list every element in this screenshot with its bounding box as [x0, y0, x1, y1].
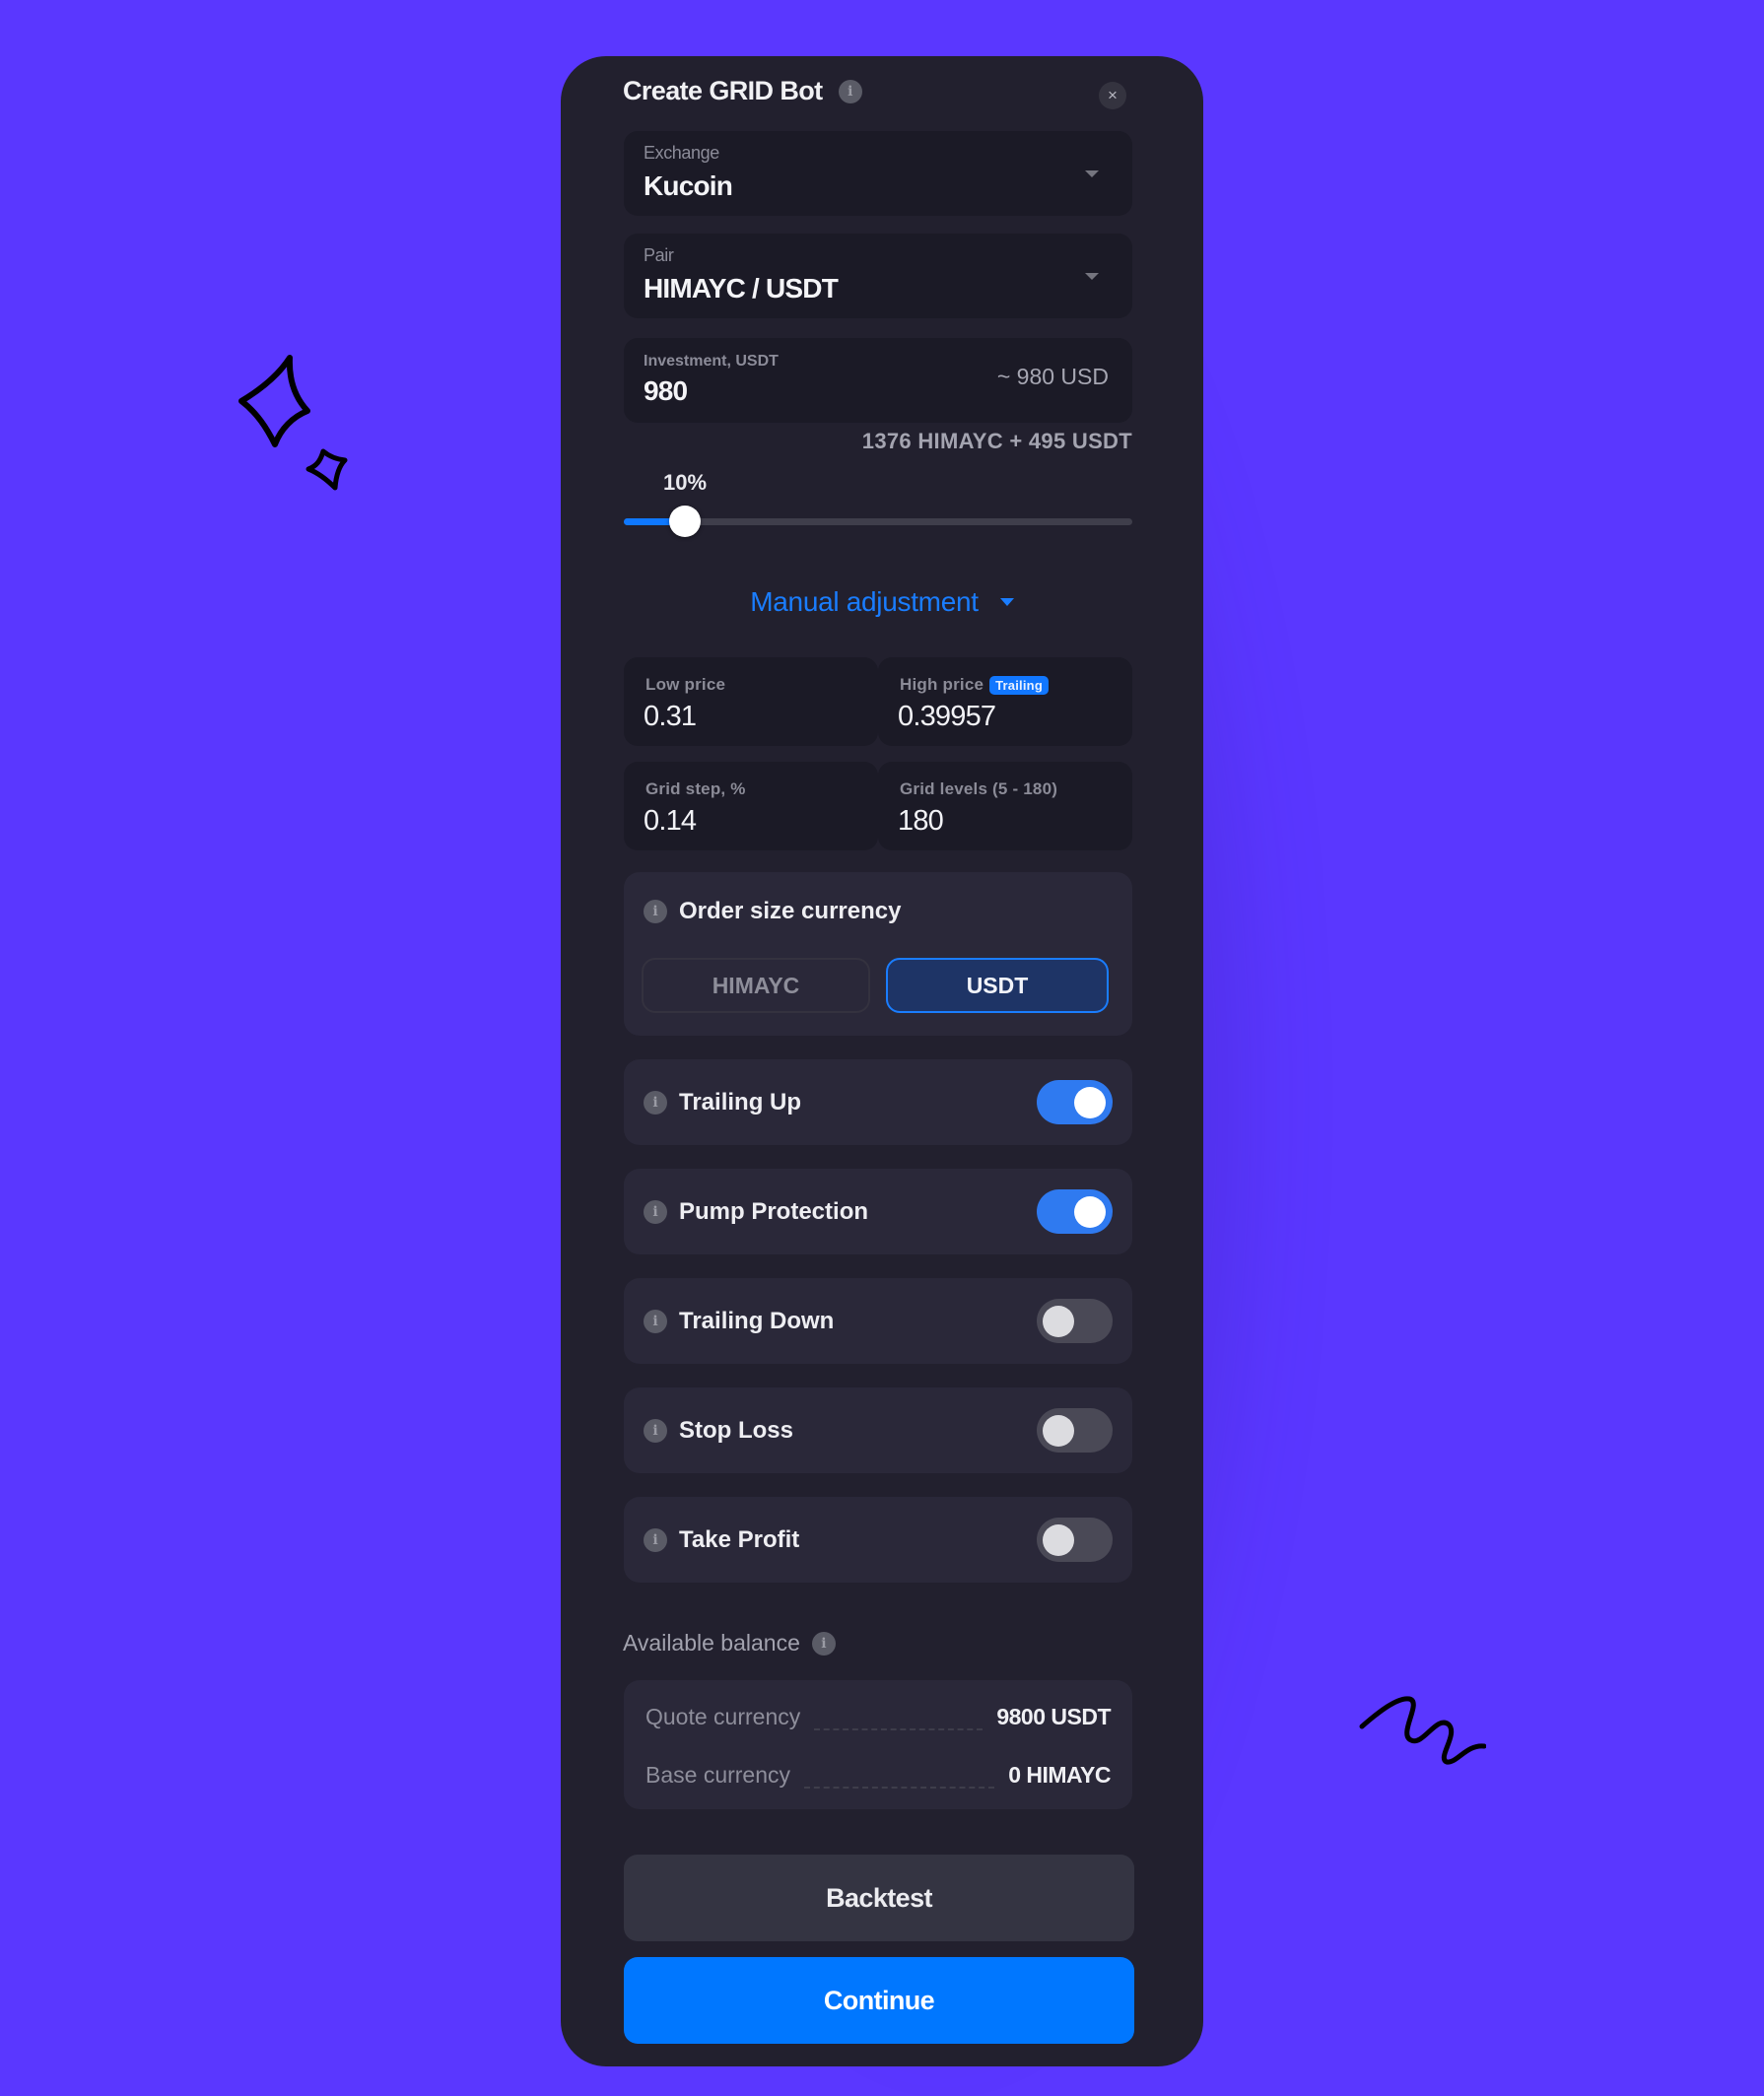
low-price-value: 0.31	[644, 701, 697, 732]
investment-value: 980	[644, 375, 688, 406]
balance-value: 9800 USDT	[996, 1704, 1111, 1729]
available-balance-header: Available balance i	[623, 1630, 836, 1657]
take-profit-switch[interactable]	[1037, 1518, 1113, 1562]
currency-option-label: HIMAYC	[712, 972, 800, 998]
toggle-label: Stop Loss	[679, 1417, 794, 1444]
dialog-header: Create GRID Bot i	[623, 76, 862, 106]
pair-label: Pair	[644, 245, 674, 265]
continue-label: Continue	[823, 1985, 935, 2015]
toggle-row-pump-protection: i Pump Protection	[624, 1169, 1132, 1254]
trailing-down-switch[interactable]	[1037, 1299, 1113, 1343]
pump-protection-switch[interactable]	[1037, 1189, 1113, 1234]
low-price-label: Low price	[645, 675, 726, 694]
backtest-label: Backtest	[826, 1882, 932, 1913]
pair-value: HIMAYC / USDT	[644, 273, 839, 304]
grid-levels-label: Grid levels (5 - 180)	[900, 779, 1058, 798]
toggle-title: i Trailing Down	[644, 1308, 834, 1335]
currency-option-label: USDT	[966, 972, 1029, 998]
grid-step-value: 0.14	[644, 805, 697, 837]
switch-knob	[1074, 1087, 1106, 1118]
toggle-row-trailing-up: i Trailing Up	[624, 1059, 1132, 1145]
continue-button[interactable]: Continue	[624, 1957, 1134, 2044]
currency-option-usdt[interactable]: USDT	[886, 958, 1109, 1013]
investment-split: 1376 HIMAYC + 495 USDT	[861, 429, 1132, 453]
trailing-badge: Trailing	[989, 675, 1049, 695]
stop-loss-switch[interactable]	[1037, 1408, 1113, 1453]
investment-label: Investment, USDT	[644, 353, 779, 370]
exchange-select[interactable]: Exchange Kucoin	[624, 131, 1132, 216]
order-size-currency-label: Order size currency	[679, 898, 902, 924]
balance-key: Base currency	[645, 1762, 791, 1788]
chevron-down-icon	[1085, 170, 1099, 177]
sparkle-doodle-icon	[238, 355, 348, 491]
dialog-title: Create GRID Bot	[623, 76, 823, 105]
balance-row-quote: Quote currency 9800 USDT	[645, 1704, 1111, 1730]
create-grid-bot-dialog: Create GRID Bot i × Exchange Kucoin Pair…	[561, 56, 1203, 2066]
order-size-currency-panel: i Order size currency HIMAYC USDT	[624, 872, 1132, 1036]
grid-levels-value: 180	[898, 805, 944, 837]
balance-value: 0 HIMAYC	[1008, 1762, 1111, 1788]
exchange-value: Kucoin	[644, 170, 733, 201]
toggle-row-stop-loss: i Stop Loss	[624, 1387, 1132, 1473]
switch-knob	[1074, 1196, 1106, 1228]
currency-option-himayc[interactable]: HIMAYC	[642, 958, 870, 1013]
manual-adjustment-label: Manual adjustment	[750, 586, 979, 617]
order-size-currency-title: i Order size currency	[644, 898, 901, 925]
squiggle-doodle-icon	[1359, 1696, 1486, 1765]
high-price-value: 0.39957	[898, 701, 996, 732]
toggle-title: i Take Profit	[644, 1526, 799, 1554]
close-button[interactable]: ×	[1099, 82, 1126, 109]
info-icon[interactable]: i	[838, 79, 862, 103]
available-balance-label: Available balance	[623, 1630, 800, 1656]
switch-knob	[1043, 1306, 1074, 1337]
chevron-down-icon	[1085, 273, 1099, 280]
toggle-row-trailing-down: i Trailing Down	[624, 1278, 1132, 1364]
exchange-label: Exchange	[644, 143, 719, 163]
toggle-title: i Stop Loss	[644, 1417, 793, 1445]
info-icon[interactable]: i	[644, 1200, 667, 1224]
caret-down-icon	[999, 598, 1014, 606]
toggle-label: Take Profit	[679, 1526, 800, 1553]
dotted-leader	[814, 1728, 984, 1730]
low-price-input[interactable]: Low price 0.31	[624, 657, 878, 746]
grid-levels-input[interactable]: Grid levels (5 - 180) 180	[878, 762, 1132, 850]
trailing-up-switch[interactable]	[1037, 1080, 1113, 1124]
dotted-leader	[804, 1787, 995, 1789]
info-icon[interactable]: i	[644, 1091, 667, 1115]
info-icon[interactable]: i	[644, 1419, 667, 1443]
switch-knob	[1043, 1524, 1074, 1556]
balance-row-base: Base currency 0 HIMAYC	[645, 1762, 1111, 1789]
toggle-row-take-profit: i Take Profit	[624, 1497, 1132, 1583]
toggle-label: Trailing Down	[679, 1308, 835, 1334]
grid-step-input[interactable]: Grid step, % 0.14	[624, 762, 878, 850]
toggle-label: Pump Protection	[679, 1198, 869, 1225]
info-icon[interactable]: i	[644, 1310, 667, 1333]
switch-knob	[1043, 1415, 1074, 1447]
toggle-label: Trailing Up	[679, 1089, 802, 1116]
balance-panel: Quote currency 9800 USDT Base currency 0…	[624, 1680, 1132, 1809]
info-icon[interactable]: i	[811, 1631, 836, 1656]
investment-usd-estimate: ~ 980 USD	[996, 364, 1109, 389]
close-icon: ×	[1108, 86, 1118, 104]
high-price-label-group: High price Trailing	[900, 675, 1049, 695]
backtest-button[interactable]: Backtest	[624, 1855, 1134, 1941]
pair-select[interactable]: Pair HIMAYC / USDT	[624, 234, 1132, 318]
info-icon[interactable]: i	[644, 1528, 667, 1552]
toggle-title: i Pump Protection	[644, 1198, 868, 1226]
slider-value-label: 10%	[663, 470, 708, 495]
high-price-label: High price	[900, 675, 984, 694]
balance-key: Quote currency	[645, 1704, 801, 1729]
investment-slider[interactable]	[624, 506, 1132, 537]
toggle-title: i Trailing Up	[644, 1089, 801, 1116]
high-price-input[interactable]: High price Trailing 0.39957	[878, 657, 1132, 746]
investment-input[interactable]: Investment, USDT 980 ~ 980 USD	[624, 338, 1132, 423]
slider-thumb[interactable]	[668, 506, 701, 537]
grid-step-label: Grid step, %	[645, 779, 746, 798]
manual-adjustment-toggle[interactable]: Manual adjustment	[561, 586, 1203, 618]
info-icon[interactable]: i	[644, 900, 667, 923]
